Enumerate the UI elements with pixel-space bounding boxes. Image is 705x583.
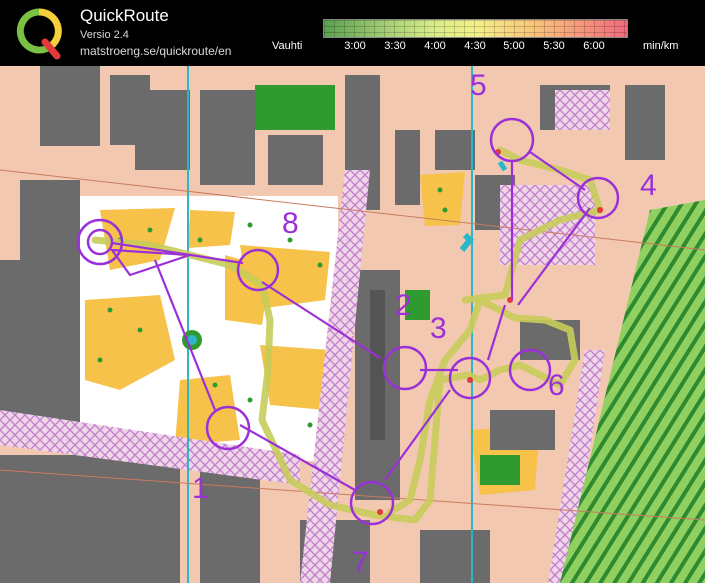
control-number-2: 2: [395, 289, 412, 322]
control-number-7: 7: [352, 546, 369, 579]
quickroute-logo-icon: [16, 8, 62, 60]
quickroute-window: QuickRoute Versio 2.4 matstroeng.se/quic…: [0, 0, 705, 583]
control-number-3: 3: [430, 312, 447, 345]
orienteering-map[interactable]: 1 2 3 4 5 6 7 8: [0, 66, 705, 583]
app-version: Versio 2.4: [80, 29, 129, 41]
pace-tick-3-30: 3:30: [384, 40, 406, 52]
pace-unit: min/km: [643, 40, 679, 52]
control-number-6: 6: [548, 369, 565, 402]
pace-tick-6-00: 6:00: [583, 40, 605, 52]
pace-tick-5-30: 5:30: [543, 40, 565, 52]
app-title: QuickRoute: [80, 6, 169, 25]
pace-tick-3-00: 3:00: [344, 40, 366, 52]
header-bar: QuickRoute Versio 2.4 matstroeng.se/quic…: [0, 0, 705, 66]
control-number-8: 8: [282, 207, 299, 240]
control-number-1: 1: [192, 472, 209, 505]
pace-color-scale: [323, 19, 628, 38]
control-number-5: 5: [470, 69, 487, 102]
pace-tick-4-30: 4:30: [464, 40, 486, 52]
control-number-4: 4: [640, 169, 657, 202]
app-url: matstroeng.se/quickroute/en: [80, 44, 232, 58]
pace-tick-4-00: 4:00: [424, 40, 446, 52]
pace-tick-5-00: 5:00: [503, 40, 525, 52]
pace-label: Vauhti: [272, 40, 303, 52]
